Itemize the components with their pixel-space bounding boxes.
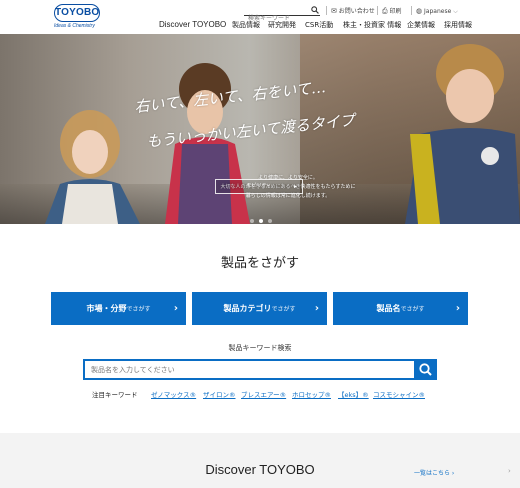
chevron-right-icon: ›: [173, 303, 178, 314]
carousel-dots: [250, 208, 277, 223]
nav-investors[interactable]: 株主・投資家 情報: [343, 18, 401, 32]
hot-keyword-link[interactable]: ホロセップ®: [292, 389, 331, 399]
carousel-dot[interactable]: [250, 219, 254, 223]
discover-list-link[interactable]: 一覧はこちら ›: [414, 468, 454, 477]
nav-research[interactable]: 研究開発: [268, 18, 296, 32]
globe-icon: ◍: [416, 7, 423, 15]
nav-discover[interactable]: Discover TOYOBO: [159, 18, 226, 32]
keyword-search-button[interactable]: [414, 359, 437, 380]
nav-company[interactable]: 企業情報: [407, 18, 435, 32]
keyword-search-box[interactable]: [83, 359, 437, 380]
hot-keyword-link[interactable]: ブレスエアー®: [241, 389, 286, 399]
search-icon[interactable]: [311, 6, 319, 14]
chevron-right-icon[interactable]: ›: [508, 467, 511, 475]
search-by-category-button[interactable]: 製品カテゴリでさがす ›: [192, 292, 327, 325]
print-link[interactable]: ⎙ 印刷: [382, 5, 402, 17]
hot-keyword-link[interactable]: ゼノマックス®: [151, 389, 196, 399]
keyword-search-title: 製品キーワード検索: [228, 344, 292, 352]
carousel-dot[interactable]: [268, 219, 272, 223]
language-select[interactable]: ◍ Japanese ⌵: [416, 5, 458, 17]
divider: [377, 6, 378, 15]
search-by-market-button[interactable]: 市場・分野でさがす ›: [51, 292, 186, 325]
discover-section: [0, 433, 520, 488]
chevron-right-icon: ›: [455, 303, 460, 314]
hot-keyword-link[interactable]: ザイロン®: [203, 389, 236, 399]
divider: [326, 6, 327, 15]
logo-wordmark: TOYOBO: [54, 4, 100, 22]
products-section-title: 製品をさがす: [220, 256, 299, 271]
site-search[interactable]: [244, 5, 320, 24]
chevron-right-icon: ›: [314, 303, 319, 314]
printer-icon: ⎙: [382, 7, 388, 15]
divider: [411, 6, 412, 15]
carousel-dot-active[interactable]: [259, 219, 263, 223]
hot-keywords-label: 注目キーワード: [92, 391, 138, 399]
nav-careers[interactable]: 採用情報: [444, 18, 472, 32]
chevron-right-icon: ▸: [293, 183, 297, 190]
hot-keyword-link[interactable]: コスモシャイン®: [373, 389, 425, 399]
hero-banner[interactable]: 右いて、左いて、右をいて… もういっかい左いて渡るタイプ より健康に、より安全に…: [0, 34, 520, 224]
toyobo-logo[interactable]: TOYOBO Ideas & Chemistry: [54, 4, 100, 32]
hero-mobility-button[interactable]: モビリティ ▸: [215, 179, 303, 194]
chevron-down-icon: ⌵: [453, 8, 458, 15]
hot-keyword-link[interactable]: 【eks】®: [338, 389, 369, 399]
search-by-product-name-button[interactable]: 製品名でさがす ›: [333, 292, 468, 325]
logo-tagline: Ideas & Chemistry: [54, 23, 95, 29]
search-icon: [419, 363, 432, 376]
site-header: TOYOBO Ideas & Chemistry ✉ お問い合わせ ⎙ 印刷 ◍…: [0, 0, 520, 34]
contact-link[interactable]: ✉ お問い合わせ: [331, 5, 375, 17]
keyword-search-input[interactable]: [91, 363, 411, 377]
nav-products[interactable]: 製品情報: [232, 18, 260, 32]
mail-icon: ✉: [331, 7, 337, 15]
nav-csr[interactable]: CSR活動: [305, 18, 333, 32]
